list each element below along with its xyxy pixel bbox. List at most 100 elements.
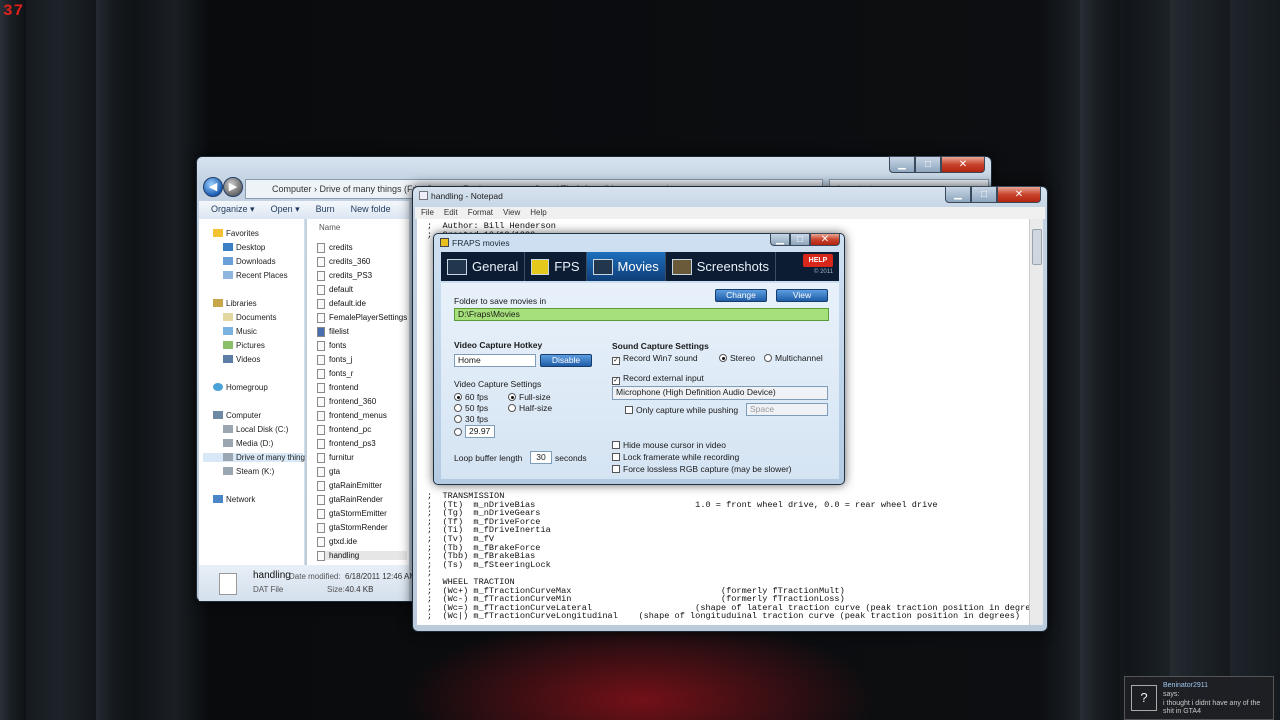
microphone-device-select[interactable]: Microphone (High Definition Audio Device… — [612, 386, 828, 400]
fps50-radio[interactable]: 50 fps — [454, 403, 488, 413]
push-key-field[interactable]: Space — [746, 403, 828, 416]
list-item[interactable]: frontend_ps3 — [317, 439, 376, 449]
list-item[interactable]: default.ide — [317, 299, 366, 309]
disable-hotkey-button[interactable]: Disable — [540, 354, 592, 367]
nav-network[interactable]: Network — [213, 495, 255, 504]
list-item[interactable]: gtxd.ide — [317, 537, 357, 547]
menu-view[interactable]: View — [503, 207, 520, 219]
close-button[interactable]: ✕ — [810, 233, 840, 246]
change-button[interactable]: Change — [715, 289, 767, 302]
list-item[interactable]: default — [317, 285, 353, 295]
file-icon — [317, 299, 325, 309]
tab-general[interactable]: General — [441, 252, 526, 281]
maximize-button[interactable]: □ — [790, 233, 810, 246]
nav-libraries[interactable]: Libraries — [213, 299, 257, 308]
close-button[interactable]: ✕ — [997, 186, 1041, 203]
list-item[interactable]: gtaRainRender — [317, 495, 383, 505]
tab-fps[interactable]: FPS — [525, 252, 587, 281]
fraps-window[interactable]: FRAPS movies ▁ □ ✕ General FPS Movies Sc… — [433, 233, 845, 485]
nav-media-drive[interactable]: Media (D:) — [223, 439, 273, 448]
list-item[interactable]: gtaStormEmitter — [317, 509, 387, 519]
background-pillar — [1170, 0, 1230, 720]
file-icon — [317, 257, 325, 267]
list-item[interactable]: fonts — [317, 341, 346, 351]
fps-custom-radio[interactable] — [454, 427, 465, 437]
minimize-button[interactable]: ▁ — [889, 156, 915, 173]
list-item[interactable]: frontend — [317, 383, 358, 393]
radio-dot-icon — [508, 404, 516, 412]
list-item[interactable]: credits_PS3 — [317, 271, 372, 281]
close-button[interactable]: ✕ — [941, 156, 985, 173]
radio-dot-icon — [454, 404, 462, 412]
nav-drive-of-many-things[interactable]: Drive of many thing — [203, 453, 305, 462]
nav-homegroup[interactable]: Homegroup — [213, 383, 268, 392]
maximize-button[interactable]: □ — [971, 186, 997, 203]
burn-button[interactable]: Burn — [316, 204, 335, 216]
stereo-radio[interactable]: Stereo — [719, 353, 755, 363]
tab-movies[interactable]: Movies — [586, 252, 666, 281]
loop-buffer-field[interactable]: 30 — [530, 451, 552, 464]
record-win7-checkbox[interactable]: ✓ Record Win7 sound — [612, 353, 698, 365]
menu-help[interactable]: Help — [530, 207, 546, 219]
fps60-radio[interactable]: 60 fps — [454, 392, 488, 402]
vertical-scrollbar[interactable] — [1029, 219, 1043, 625]
list-item[interactable]: fonts_r — [317, 369, 353, 379]
chat-notification[interactable]: ? Beninator2911 says: i thought i didnt … — [1124, 676, 1274, 720]
column-header-name[interactable]: Name — [319, 223, 340, 232]
nav-music[interactable]: Music — [223, 327, 257, 336]
back-arrow-icon[interactable]: ◀ — [203, 177, 223, 197]
nav-desktop[interactable]: Desktop — [223, 243, 265, 252]
folder-path-field[interactable]: D:\Fraps\Movies — [454, 308, 829, 321]
list-item[interactable]: furnitur — [317, 453, 354, 463]
hotkey-field[interactable]: Home — [454, 354, 536, 367]
hide-cursor-checkbox[interactable]: Hide mouse cursor in video — [612, 440, 726, 450]
list-item[interactable]: credits_360 — [317, 257, 370, 267]
organize-button[interactable]: Organize ▾ — [211, 204, 255, 216]
new-folder-button[interactable]: New folde — [351, 204, 391, 216]
only-push-checkbox[interactable]: Only capture while pushing — [625, 405, 738, 415]
fps30-radio[interactable]: 30 fps — [454, 414, 488, 424]
list-item[interactable]: frontend_360 — [317, 397, 376, 407]
record-external-checkbox[interactable]: ✓ Record external input — [612, 373, 704, 385]
nav-favorites[interactable]: Favorites — [213, 229, 259, 238]
list-item[interactable]: frontend_menus — [317, 411, 387, 421]
checkmark-icon: ✓ — [612, 357, 620, 365]
menu-file[interactable]: File — [421, 207, 434, 219]
nav-local-disk[interactable]: Local Disk (C:) — [223, 425, 288, 434]
list-item-selected[interactable]: handling — [317, 551, 407, 561]
fullsize-radio[interactable]: Full-size — [508, 392, 551, 402]
scrollbar-thumb[interactable] — [1032, 229, 1042, 265]
nav-steam-drive[interactable]: Steam (K:) — [223, 467, 274, 476]
view-button[interactable]: View — [776, 289, 828, 302]
nav-videos[interactable]: Videos — [223, 355, 260, 364]
nav-recent-places[interactable]: Recent Places — [223, 271, 288, 280]
maximize-button[interactable]: □ — [915, 156, 941, 173]
list-item[interactable]: gtaRainEmitter — [317, 481, 382, 491]
list-item[interactable]: frontend_pc — [317, 425, 371, 435]
halfsize-radio[interactable]: Half-size — [508, 403, 552, 413]
list-item[interactable]: credits — [317, 243, 353, 253]
nav-pictures[interactable]: Pictures — [223, 341, 265, 350]
open-button[interactable]: Open ▾ — [271, 204, 300, 216]
downloads-icon — [223, 257, 233, 265]
menu-format[interactable]: Format — [468, 207, 493, 219]
nav-documents[interactable]: Documents — [223, 313, 276, 322]
list-item[interactable]: filelist — [317, 327, 349, 337]
minimize-button[interactable]: ▁ — [945, 186, 971, 203]
fps-custom-field[interactable]: 29.97 — [465, 425, 495, 438]
tab-screenshots[interactable]: Screenshots — [666, 252, 776, 281]
list-item[interactable]: fonts_j — [317, 355, 353, 365]
list-item[interactable]: gta — [317, 467, 340, 477]
minimize-button[interactable]: ▁ — [770, 233, 790, 246]
videos-icon — [223, 355, 233, 363]
list-item[interactable]: gtaStormRender — [317, 523, 388, 533]
nav-computer[interactable]: Computer — [213, 411, 261, 420]
forward-arrow-icon[interactable]: ▶ — [223, 177, 243, 197]
multichannel-radio[interactable]: Multichannel — [764, 353, 823, 363]
help-button[interactable]: HELP — [803, 254, 833, 267]
lock-framerate-checkbox[interactable]: Lock framerate while recording — [612, 452, 739, 462]
list-item[interactable]: FemalePlayerSettings — [317, 313, 407, 323]
force-lossless-checkbox[interactable]: Force lossless RGB capture (may be slowe… — [612, 464, 792, 474]
menu-edit[interactable]: Edit — [444, 207, 458, 219]
nav-downloads[interactable]: Downloads — [223, 257, 276, 266]
